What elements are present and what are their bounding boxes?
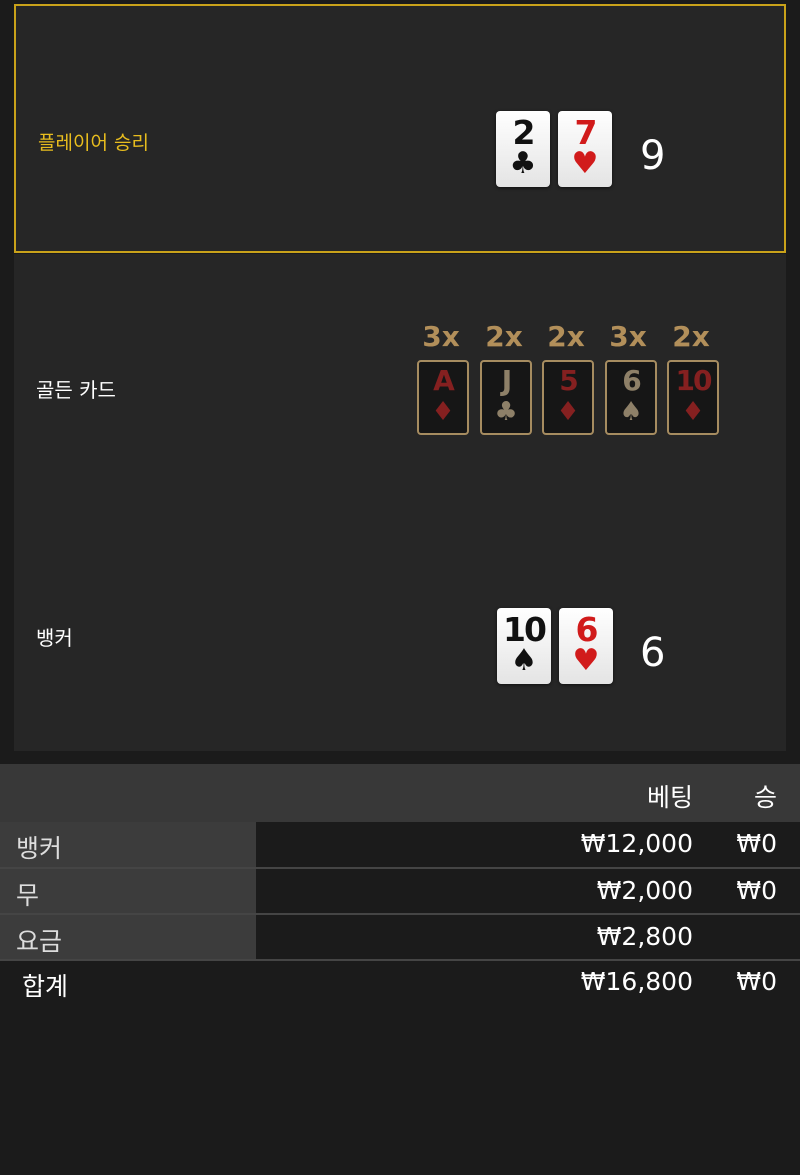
player-score: 9 [640, 133, 666, 179]
row-win-amount: ₩0 [736, 829, 777, 858]
club-icon: ♣ [509, 146, 537, 181]
card-rank: A [433, 364, 455, 397]
row-name-cell: 무 [0, 869, 256, 915]
club-icon: ♣ [494, 397, 518, 427]
win-column-header: 승 [753, 783, 777, 812]
banker-score: 6 [640, 630, 666, 676]
golden-card-multiplier: 2x [547, 320, 585, 353]
card-rank: 10 [675, 364, 713, 397]
player-win-label: 플레이어 승리 [38, 132, 149, 154]
spade-icon: ♠ [510, 643, 538, 678]
table-row: 무 ₩2,000 ₩0 [0, 869, 800, 915]
heart-icon: ♥ [572, 643, 600, 678]
row-win-amount: ₩0 [736, 876, 777, 905]
golden-card: A ♦ [417, 360, 469, 435]
row-bet-amount: ₩2,800 [596, 922, 693, 951]
total-bet-amount: ₩16,800 [580, 967, 693, 996]
table-row: 뱅커 ₩12,000 ₩0 [0, 822, 800, 868]
spade-icon: ♠ [619, 397, 643, 427]
row-name: 무 [16, 881, 40, 910]
golden-card-multiplier: 3x [422, 320, 460, 353]
golden-card-label: 골든 카드 [36, 378, 116, 402]
diamond-icon: ♦ [431, 397, 455, 427]
golden-card: 6 ♠ [605, 360, 657, 435]
diamond-icon: ♦ [681, 397, 705, 427]
golden-card-multiplier: 2x [672, 320, 710, 353]
total-row: 합계 ₩16,800 ₩0 [0, 961, 800, 1007]
total-win-amount: ₩0 [736, 967, 777, 996]
row-name-cell: 요금 [0, 915, 256, 961]
golden-card: 5 ♦ [542, 360, 594, 435]
bet-table-header: 베팅 승 [0, 764, 800, 822]
heart-icon: ♥ [571, 146, 599, 181]
row-name: 요금 [16, 927, 63, 956]
total-label: 합계 [22, 972, 69, 1001]
row-name-cell: 뱅커 [0, 822, 256, 868]
row-bet-amount: ₩12,000 [580, 829, 693, 858]
golden-card: 10 ♦ [667, 360, 719, 435]
golden-card: J ♣ [480, 360, 532, 435]
player-card-1: 2 ♣ [496, 111, 550, 187]
bet-column-header: 베팅 [646, 783, 693, 812]
banker-card-2: 6 ♥ [559, 608, 613, 684]
table-row: 요금 ₩2,800 [0, 915, 800, 961]
banker-label: 뱅커 [36, 626, 73, 650]
diamond-icon: ♦ [556, 397, 580, 427]
row-bet-amount: ₩2,000 [596, 876, 693, 905]
player-card-2: 7 ♥ [558, 111, 612, 187]
banker-result-panel: 뱅커 10 ♠ 6 ♥ 6 [14, 505, 786, 751]
card-rank: 6 [622, 364, 641, 397]
player-result-panel: 플레이어 승리 2 ♣ 7 ♥ 9 [14, 4, 786, 253]
card-rank: J [501, 364, 512, 397]
banker-card-1: 10 ♠ [497, 608, 551, 684]
card-rank: 5 [559, 364, 578, 397]
golden-card-multiplier: 3x [609, 320, 647, 353]
golden-card-multiplier: 2x [485, 320, 523, 353]
golden-card-panel: 골든 카드 3x A ♦ 2x J ♣ 2x 5 ♦ 3x 6 ♠ 2x 10 … [14, 254, 786, 505]
row-name: 뱅커 [16, 834, 63, 863]
